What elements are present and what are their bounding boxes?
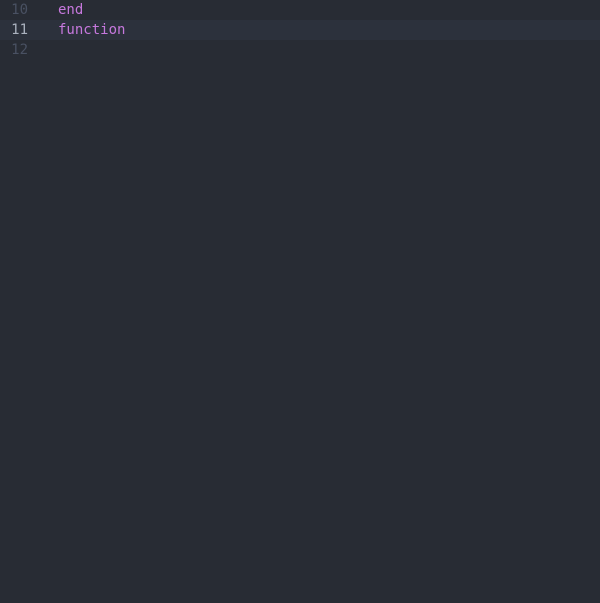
code-content[interactable] <box>40 40 600 60</box>
code-content[interactable]: end <box>40 0 600 20</box>
keyword-token: function <box>58 22 125 38</box>
code-editor[interactable]: 10 end 11 function 12 <box>0 0 600 603</box>
code-line-current[interactable]: 11 function <box>0 20 600 40</box>
line-number: 11 <box>0 20 40 40</box>
keyword-token: end <box>58 2 83 18</box>
code-line[interactable]: 12 <box>0 40 600 60</box>
code-content[interactable]: function <box>40 20 600 40</box>
line-number: 10 <box>0 0 40 20</box>
line-number: 12 <box>0 40 40 60</box>
code-line[interactable]: 10 end <box>0 0 600 20</box>
